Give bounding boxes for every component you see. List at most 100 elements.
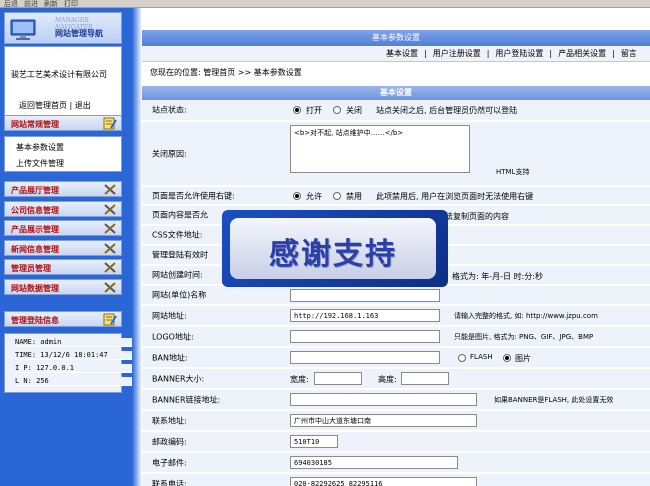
- field-note: 法复制页面的内容: [445, 212, 509, 221]
- close-reason-textarea[interactable]: <b>对不起, 站点维护中……</b>: [290, 125, 470, 173]
- menu-label: 产品展示管理: [11, 225, 59, 234]
- tab-login-settings[interactable]: 用户登陆设置: [495, 49, 543, 58]
- ban-url-input[interactable]: [290, 351, 440, 364]
- row-ban: BAN地址: FLASH 图片: [142, 348, 650, 368]
- submenu-upload-files[interactable]: 上传文件管理: [16, 158, 64, 169]
- field-note: 请输入完整的格式, 如: http://www.jzpu.com: [454, 312, 598, 320]
- submenu-basic-settings[interactable]: 基本参数设置: [16, 142, 64, 153]
- field-note: 站点关闭之后, 后台管理员仍然可以登陆: [376, 106, 518, 115]
- breadcrumb: 您现在的位置: 管理首页 >> 基本参数设置: [150, 68, 302, 77]
- logout-link[interactable]: 退出: [75, 101, 91, 110]
- menu-label: 网站常规管理: [11, 120, 59, 129]
- logo-cn: 网站管理导航: [55, 29, 103, 38]
- row-logo: LOGO地址: 只能是图片, 格式为: PNG、GIF、JPG、BMP: [142, 327, 650, 347]
- tools-icon: [104, 243, 116, 254]
- tab-register-settings[interactable]: 用户注册设置: [433, 49, 481, 58]
- menu-login-info[interactable]: 管理登陆信息: [4, 311, 122, 327]
- menu-site-general[interactable]: 网站常规管理: [4, 115, 122, 131]
- home-link[interactable]: 返回管理首页: [19, 101, 67, 110]
- forward-button[interactable]: 前进: [24, 0, 38, 7]
- field-label: 管理登陆有效时: [152, 250, 208, 260]
- page-title: 基本参数设置: [142, 30, 650, 46]
- tab-message-settings[interactable]: 留言: [621, 49, 637, 58]
- status-close-radio[interactable]: [333, 106, 341, 114]
- tab-product-settings[interactable]: 产品相关设置: [558, 49, 606, 58]
- field-label: 页面是否允许使用右键:: [152, 191, 235, 200]
- ban-flash-radio[interactable]: [458, 354, 466, 362]
- phone-input[interactable]: 020-82292625 82295116: [290, 477, 477, 486]
- row-close-reason: 关闭原因: <b>对不起, 站点维护中……</b> HTML支持: [142, 122, 650, 186]
- section-title: 基本设置: [142, 86, 650, 100]
- company-links: 返回管理首页 | 退出: [19, 100, 91, 111]
- field-label: 网站地址:: [152, 311, 187, 320]
- submenu: 基本参数设置 上传文件管理: [4, 136, 122, 172]
- width-label: 宽度:: [290, 375, 309, 384]
- field-label: 网站(单位)名称: [152, 290, 207, 300]
- radio-label: 允许: [306, 192, 322, 201]
- banner-link-input[interactable]: [290, 393, 477, 406]
- field-note: 格式为: 年-月-日 时:分:秒: [452, 272, 543, 281]
- print-button[interactable]: 打印: [64, 0, 78, 7]
- right-click-deny-radio[interactable]: [333, 192, 341, 200]
- field-label: BANNER大小:: [152, 374, 205, 383]
- row-banner-link: BANNER链接地址: 如果BANNER是FLASH, 此处设置无效: [142, 390, 650, 410]
- menu-news[interactable]: 新闻信息管理: [4, 240, 122, 256]
- back-button[interactable]: 后退: [4, 0, 18, 7]
- unit-name-input[interactable]: [290, 289, 440, 302]
- nav-separator: |: [486, 49, 490, 58]
- height-label: 高度:: [378, 375, 397, 384]
- menu-label: 公司信息管理: [11, 206, 59, 215]
- radio-label: 打开: [306, 106, 322, 115]
- notepad-icon: [103, 117, 117, 130]
- tab-basic-settings[interactable]: 基本设置: [386, 49, 418, 58]
- menu-admins[interactable]: 管理员管理: [4, 259, 122, 275]
- field-label: 站点状态:: [152, 105, 187, 115]
- row-phone: 联系电话: 020-82292625 82295116: [142, 474, 650, 486]
- sidebar: MANAGER NAVIGATER 网站管理导航 骏艺工艺美术设计有限公司 返回…: [0, 8, 523, 486]
- field-label: LOGO地址:: [152, 332, 194, 341]
- field-label: BANNER链接地址:: [152, 395, 221, 404]
- postcode-input[interactable]: 510T10: [290, 435, 338, 448]
- radio-label: 禁用: [346, 192, 362, 201]
- row-email: 电子邮件: 694030185: [142, 453, 650, 473]
- ban-image-radio[interactable]: [503, 354, 511, 362]
- monitor-icon: [10, 19, 36, 40]
- address-input[interactable]: 广州市中山大道东塘口南: [290, 414, 477, 427]
- status-open-radio[interactable]: [293, 106, 301, 114]
- radio-label: 图片: [515, 354, 531, 363]
- menu-company-info[interactable]: 公司信息管理: [4, 201, 122, 217]
- field-label: 邮政编码:: [152, 437, 187, 446]
- nav-separator: |: [549, 49, 553, 58]
- menu-product-display[interactable]: 产品展示管理: [4, 220, 122, 236]
- menu-label: 产品展厅管理: [11, 186, 59, 195]
- field-note: 只能是图片, 格式为: PNG、GIF、JPG、BMP: [454, 333, 594, 341]
- menu-label: 管理员管理: [11, 264, 51, 273]
- refresh-button[interactable]: 刷新: [44, 0, 58, 7]
- banner-width-input[interactable]: [314, 372, 362, 385]
- row-address: 联系地址: 广州市中山大道东塘口南: [142, 411, 650, 431]
- right-click-allow-radio[interactable]: [293, 192, 301, 200]
- email-input[interactable]: 694030185: [290, 456, 458, 469]
- site-url-input[interactable]: http://192.168.1.163: [290, 309, 440, 322]
- tools-icon: [104, 184, 116, 195]
- settings-nav: 基本设置 | 用户注册设置 | 用户登陆设置 | 产品相关设置 | 留言: [142, 46, 650, 62]
- field-note: 如果BANNER是FLASH, 此处设置无效: [494, 396, 614, 404]
- thanks-overlay: 感谢支持: [222, 210, 448, 287]
- thanks-panel: 感谢支持: [230, 218, 436, 279]
- browser-toolbar: 后退 前进 刷新 打印: [0, 0, 650, 8]
- thanks-text: 感谢支持: [269, 237, 397, 272]
- field-label: 联系地址:: [152, 416, 187, 425]
- menu-product-hall[interactable]: 产品展厅管理: [4, 181, 122, 197]
- row-right-click: 页面是否允许使用右键: 允许 禁用 此项禁用后, 用户在浏览页面时无法使用右键: [142, 187, 650, 205]
- nav-separator: |: [612, 49, 615, 58]
- field-label: 电子邮件:: [152, 458, 187, 467]
- logo-url-input[interactable]: [290, 330, 440, 343]
- tools-icon: [104, 223, 116, 234]
- field-label: 网站创建时间:: [152, 270, 203, 280]
- menu-label: 网站数据管理: [11, 284, 59, 293]
- menu-site-data[interactable]: 网站数据管理: [4, 279, 122, 295]
- banner-height-input[interactable]: [401, 372, 449, 385]
- radio-label: FLASH: [470, 353, 493, 361]
- field-note: 此项禁用后, 用户在浏览页面时无法使用右键: [376, 192, 534, 201]
- radio-label: 关闭: [346, 106, 362, 115]
